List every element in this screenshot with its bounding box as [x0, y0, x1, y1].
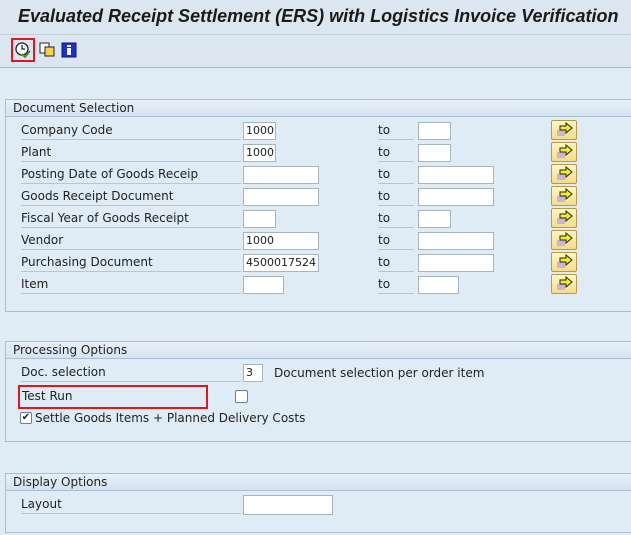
doc-selection-label: Doc. selection — [21, 364, 241, 382]
field-label: Vendor — [21, 232, 241, 250]
multiple-selection-button[interactable] — [551, 120, 577, 140]
get-variant-button[interactable] — [37, 40, 57, 60]
to-label: to — [378, 166, 414, 184]
multiple-selection-button[interactable] — [551, 186, 577, 206]
field-label: Plant — [21, 144, 241, 162]
from-input[interactable] — [243, 276, 284, 294]
to-input[interactable] — [418, 232, 494, 250]
to-label: to — [378, 122, 414, 140]
section-header: Display Options — [6, 474, 631, 491]
from-input[interactable]: 1000 — [243, 232, 319, 250]
layout-label: Layout — [21, 496, 241, 514]
from-input[interactable]: 1000 — [243, 144, 276, 162]
get-variant-icon — [39, 42, 55, 57]
multiple-selection-arrow-icon — [557, 276, 573, 290]
from-input[interactable]: 1000 — [243, 122, 276, 140]
from-input[interactable]: 4500017524 — [243, 254, 319, 272]
from-input[interactable] — [243, 188, 319, 206]
from-input[interactable] — [243, 210, 276, 228]
execute-button[interactable] — [11, 38, 35, 62]
settle-goods-checkbox[interactable]: ✔ — [20, 412, 32, 424]
to-label: to — [378, 210, 414, 228]
section-header: Document Selection — [6, 100, 631, 117]
info-button[interactable] — [59, 40, 79, 60]
multiple-selection-button[interactable] — [551, 252, 577, 272]
multiple-selection-button[interactable] — [551, 142, 577, 162]
to-label: to — [378, 232, 414, 250]
multiple-selection-arrow-icon — [557, 210, 573, 224]
layout-input[interactable] — [243, 495, 333, 515]
to-label: to — [378, 254, 414, 272]
field-label: Purchasing Document — [21, 254, 241, 272]
multiple-selection-arrow-icon — [557, 144, 573, 158]
field-label: Fiscal Year of Goods Receipt — [21, 210, 241, 228]
field-label: Posting Date of Goods Receip — [21, 166, 241, 184]
multiple-selection-button[interactable] — [551, 230, 577, 250]
to-label: to — [378, 144, 414, 162]
multiple-selection-button[interactable] — [551, 274, 577, 294]
field-label: Company Code — [21, 122, 241, 140]
settle-goods-label: Settle Goods Items + Planned Delivery Co… — [35, 411, 306, 425]
test-run-checkbox[interactable] — [235, 390, 248, 403]
multiple-selection-button[interactable] — [551, 164, 577, 184]
test-run-label: Test Run — [22, 389, 73, 403]
multiple-selection-button[interactable] — [551, 208, 577, 228]
info-icon — [61, 42, 77, 58]
doc-selection-input[interactable]: 3 — [243, 364, 263, 382]
clock-check-icon — [15, 42, 31, 58]
multiple-selection-arrow-icon — [557, 232, 573, 246]
to-label: to — [378, 188, 414, 206]
multiple-selection-arrow-icon — [557, 254, 573, 268]
to-input[interactable] — [418, 254, 494, 272]
multiple-selection-arrow-icon — [557, 166, 573, 180]
to-input[interactable] — [418, 144, 451, 162]
to-input[interactable] — [418, 166, 494, 184]
doc-selection-description: Document selection per order item — [274, 366, 485, 380]
to-input[interactable] — [418, 276, 459, 294]
multiple-selection-arrow-icon — [557, 122, 573, 136]
to-input[interactable] — [418, 188, 494, 206]
to-input[interactable] — [418, 122, 451, 140]
field-label: Item — [21, 276, 241, 294]
field-label: Goods Receipt Document — [21, 188, 241, 206]
to-input[interactable] — [418, 210, 451, 228]
from-input[interactable] — [243, 166, 319, 184]
to-label: to — [378, 276, 414, 294]
multiple-selection-arrow-icon — [557, 188, 573, 202]
section-header: Processing Options — [6, 342, 631, 359]
page-title: Evaluated Receipt Settlement (ERS) with … — [18, 6, 619, 26]
toolbar — [0, 35, 631, 68]
